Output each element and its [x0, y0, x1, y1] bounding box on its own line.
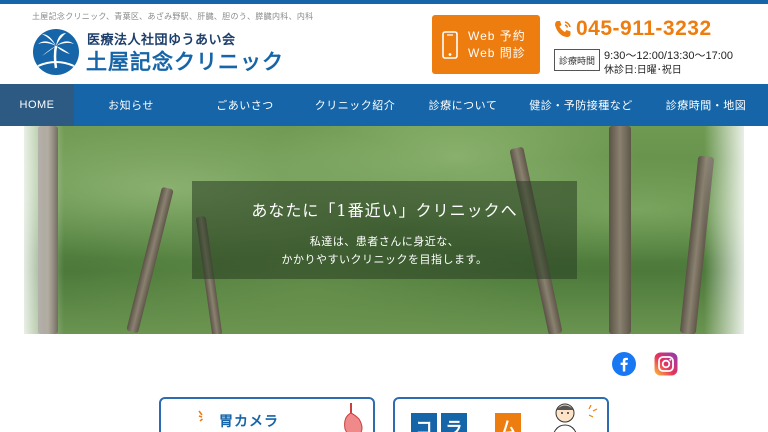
hero-fade-right — [704, 126, 744, 334]
quote-marks-icon — [198, 410, 203, 422]
hero-title: あなたに「1番近い」クリニックへ — [251, 201, 518, 220]
doctor-illustration-icon — [553, 403, 598, 432]
phone-number: 045-911-3232 — [576, 17, 712, 40]
hero-banner: あなたに「1番近い」クリニックへ 私達は、患者さんに身近な、 かかりやすいクリニ… — [24, 126, 744, 334]
stomach-illustration-icon — [344, 403, 363, 432]
tree-trunk — [609, 126, 631, 334]
hero-message-box: あなたに「1番近い」クリニックへ 私達は、患者さんに身近な、 かかりやすいクリニ… — [192, 181, 577, 279]
hero-fade-left — [24, 126, 64, 334]
site-tagline: 土屋記念クリニック、青葉区、あざみ野駅、肝臓、胆のう、膵臓内科、内科 — [32, 12, 314, 21]
column-tile-ko: コ — [411, 413, 437, 432]
web-reservation-label: Web 予約 — [468, 28, 526, 43]
column-tile-ra: ラ — [441, 413, 467, 432]
nav-item-treatment[interactable]: 診療について — [408, 84, 518, 126]
main-nav: HOME お知らせ ごあいさつ クリニック紹介 診療について 健診・予防接種など… — [0, 84, 768, 126]
gastro-camera-card[interactable]: 胃カメラ — [159, 397, 375, 432]
nav-item-clinic-intro[interactable]: クリニック紹介 — [302, 84, 408, 126]
top-accent-bar — [0, 0, 768, 4]
hours-label-badge: 診療時間 — [554, 49, 600, 71]
nav-item-home[interactable]: HOME — [0, 84, 74, 126]
nav-item-checkups-vaccines[interactable]: 健診・予防接種など — [518, 84, 644, 126]
web-reservation-button[interactable]: Web 予約 Web 問診 — [432, 15, 540, 74]
clinic-name[interactable]: 土屋記念クリニック — [86, 46, 284, 76]
closed-days: 休診日:日曜･祝日 — [604, 65, 682, 76]
gastro-camera-label: 胃カメラ — [219, 413, 279, 429]
column-tile-mu: ム — [495, 413, 521, 432]
nav-item-greeting[interactable]: ごあいさつ — [188, 84, 302, 126]
nav-item-hours-map[interactable]: 診療時間・地図 — [644, 84, 768, 126]
tree-trunk — [126, 186, 174, 334]
hero-subtitle-line2: かかりやすいクリニックを目指します。 — [281, 253, 488, 266]
facebook-icon[interactable] — [612, 352, 636, 376]
hero-subtitle-line1: 私達は、患者さんに身近な、 — [309, 235, 460, 248]
telephone-icon — [555, 21, 571, 37]
nav-item-news[interactable]: お知らせ — [74, 84, 188, 126]
smartphone-icon — [442, 30, 458, 59]
clinic-logo-icon[interactable] — [32, 28, 80, 76]
phone-number-link[interactable]: 045-911-3232 — [553, 17, 712, 41]
instagram-icon[interactable] — [654, 352, 678, 376]
column-card[interactable]: コ ラ ム — [393, 397, 609, 432]
web-questionnaire-label: Web 問診 — [468, 45, 526, 60]
